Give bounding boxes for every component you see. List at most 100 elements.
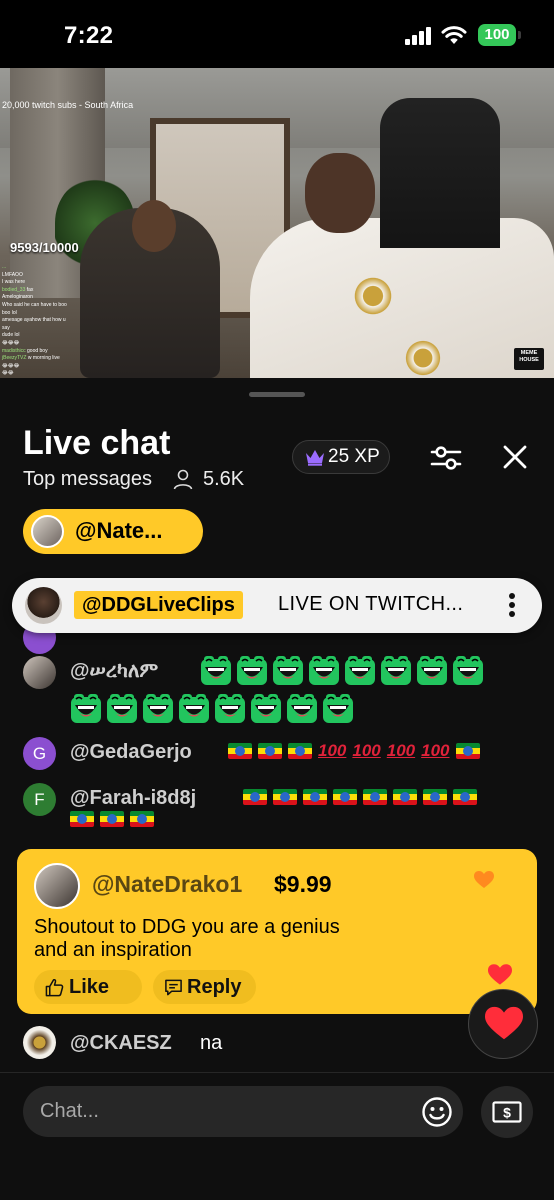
overlay-chat-line: 😂😂😂 [2, 363, 74, 371]
ethiopia-flag-emote [273, 789, 297, 805]
overlay-chat-line: amesage ayahow that how u say [2, 317, 74, 332]
heart-reaction-button[interactable] [468, 989, 538, 1059]
overlay-chat-line: I was here [2, 279, 74, 287]
superchat-card[interactable]: @NateDrako1 $9.99 Shoutout to DDG you ar… [17, 849, 537, 1014]
avatar [23, 656, 56, 689]
avatar [23, 1026, 56, 1059]
page-title: Live chat [23, 424, 171, 462]
overlay-chat-line: ... [2, 264, 74, 272]
overlay-chat-text: 😂😂😂 [2, 339, 20, 346]
dollar-bill-icon: $ [492, 1101, 522, 1123]
overlay-chat-user: bodied_33 [2, 286, 27, 293]
video-player[interactable]: 20,000 twitch subs - South Africa 9593/1… [0, 68, 554, 378]
ethiopia-flag-emote [303, 789, 327, 805]
drag-handle[interactable] [249, 392, 305, 397]
laughing-frog-emote [323, 694, 353, 723]
chat-handle[interactable]: @GedaGerjo [70, 741, 192, 764]
ethiopia-flag-emote [130, 811, 154, 827]
overlay-chat-user: madisthicc [2, 347, 28, 354]
live-chat-panel: Live chat Top messages 5.6K 25 XP @Nate.… [0, 380, 554, 1200]
avatar [25, 587, 62, 624]
ethiopia-flag-emote [100, 811, 124, 827]
pinned-message-banner[interactable]: @DDGLiveClips LIVE ON TWITCH... [12, 578, 542, 633]
overlay-chat-text: 😂😂 [2, 370, 14, 377]
hundred-points-emote: 100 [386, 741, 416, 760]
pinned-superchat-chip[interactable]: @Nate... [23, 509, 203, 554]
status-bar: 7:22 100 [0, 0, 554, 68]
ethiopia-flag-emote [228, 743, 252, 759]
ethiopia-flag-emote [70, 811, 94, 827]
signal-icon [405, 27, 433, 45]
avatar: F [23, 783, 56, 816]
chat-handle[interactable]: @CKAESZ [70, 1032, 172, 1055]
more-vertical-icon[interactable] [507, 592, 517, 618]
overlay-chat-text: Ameloginaron [2, 294, 33, 301]
hundred-points-emote: 100 [318, 741, 347, 760]
xp-label: 25 XP [328, 446, 380, 467]
laughing-frog-emote [251, 694, 281, 723]
divider [0, 1072, 554, 1073]
reply-button[interactable]: Reply [153, 970, 256, 1004]
svg-text:$: $ [503, 1105, 511, 1121]
hundred-points-emote: 100 [421, 741, 450, 760]
emote-group [71, 656, 520, 723]
ethiopia-flag-emote [288, 743, 312, 759]
battery-icon: 100 [478, 24, 516, 46]
overlay-chat-user: ... [2, 264, 7, 270]
hundred-points-emote: 100 [352, 741, 381, 760]
laughing-frog-emote [71, 694, 101, 723]
status-time: 7:22 [64, 22, 114, 49]
floating-heart-icon [488, 964, 512, 985]
overlay-chat-text: w morning live [27, 355, 60, 362]
video-head-left [132, 200, 176, 252]
chat-text: na [200, 1032, 223, 1054]
emote-group [70, 789, 513, 827]
avatar [34, 863, 80, 909]
chat-mode-selector[interactable]: Top messages [23, 468, 152, 491]
overlay-chat-line: 😂😂 [2, 370, 74, 378]
laughing-frog-emote [417, 656, 447, 685]
viewer-count: 5.6K [203, 468, 245, 490]
like-button[interactable]: Like [34, 970, 142, 1004]
overlay-chat-text: 😂😂😂 [2, 362, 20, 369]
crown-icon [306, 450, 324, 466]
close-icon[interactable] [502, 444, 528, 470]
overlay-chat-line: jBeezyTVZ w morning live [2, 355, 74, 363]
ethiopia-flag-emote [333, 789, 357, 805]
overlay-chat-line: madisthicc good boy [2, 348, 74, 356]
overlay-chat-line: Ameloginaron [2, 294, 74, 302]
chat-handle[interactable]: @ሠረካለም [70, 660, 158, 683]
chat-input[interactable] [23, 1086, 463, 1137]
chat-handle[interactable]: @Farah-i8d8j [70, 787, 196, 810]
filter-icon[interactable] [430, 443, 462, 473]
video-person-back [380, 98, 500, 248]
superchat-handle[interactable]: @NateDrako1 [92, 871, 242, 898]
overlay-chat-text: good boy [27, 347, 48, 354]
laughing-frog-emote [215, 694, 245, 723]
avatar: G [23, 737, 56, 770]
emote-row [70, 811, 270, 831]
laughing-frog-emote [179, 694, 209, 723]
ethiopia-flag-emote [453, 789, 477, 805]
like-label: Like [69, 976, 110, 998]
banner-text: LIVE ON TWITCH... [278, 593, 464, 615]
avatar [31, 515, 64, 548]
overlay-chat-text: fax [26, 286, 34, 293]
ethiopia-flag-emote [258, 743, 282, 759]
video-pattern [400, 338, 446, 378]
laughing-frog-emote [201, 656, 231, 685]
laughing-frog-emote [273, 656, 303, 685]
ethiopia-flag-emote [363, 789, 387, 805]
video-pattern [350, 273, 396, 319]
battery-nub [518, 31, 521, 39]
overlay-chat-user: jBeezyTVZ [2, 355, 28, 362]
emoji-icon[interactable] [421, 1096, 453, 1128]
overlay-chat-text: Who said he can have to boo boo lol [2, 301, 67, 316]
ethiopia-flag-emote [423, 789, 447, 805]
laughing-frog-emote [287, 694, 317, 723]
reply-icon [165, 979, 182, 996]
heart-icon [485, 1006, 523, 1040]
super-chat-button[interactable]: $ [481, 1086, 533, 1138]
laughing-frog-emote [143, 694, 173, 723]
laughing-frog-emote [453, 656, 483, 685]
